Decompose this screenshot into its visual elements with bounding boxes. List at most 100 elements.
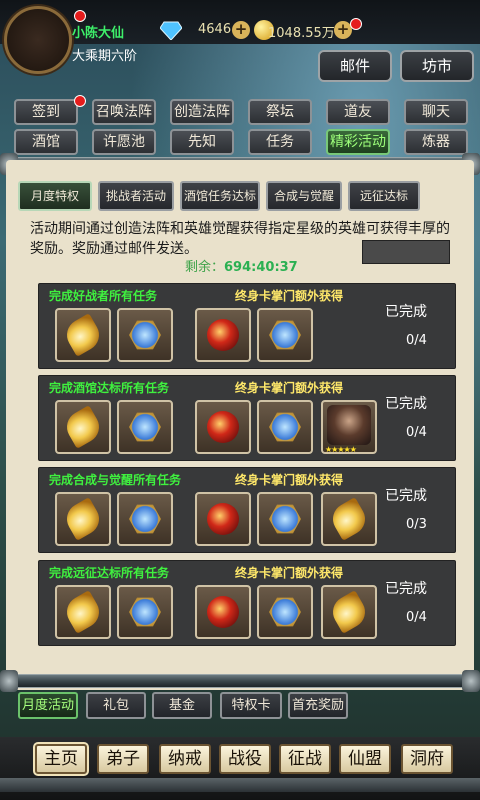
menu-button-4[interactable]: 道友	[326, 99, 390, 125]
reward-item-slot[interactable]	[195, 308, 251, 362]
add-gems-plus-icon[interactable]: +	[232, 21, 250, 39]
reward-item-slot[interactable]	[195, 585, 251, 639]
reward-item-slot[interactable]	[117, 492, 173, 546]
menu-button-11[interactable]: 炼器	[404, 129, 468, 155]
menu-button-7[interactable]: 许愿池	[92, 129, 156, 155]
task-progress: 0/4	[406, 610, 427, 625]
reward-item-slot[interactable]	[257, 308, 313, 362]
task-bonus-note: 终身卡掌门额外获得	[235, 381, 344, 395]
reward-item-slot[interactable]: ★★★★★	[321, 400, 377, 454]
gold-count: 1048.55万	[268, 26, 335, 41]
activity-tab-1[interactable]: 挑战者活动	[98, 181, 174, 211]
gem-icon	[269, 320, 301, 350]
diamond-icon	[160, 21, 182, 40]
nav-button-4[interactable]: 征战	[279, 744, 331, 774]
orb-icon	[207, 503, 239, 535]
sub-tab-1[interactable]: 礼包	[86, 692, 146, 719]
gem-icon	[269, 412, 301, 442]
menu-button-8[interactable]: 先知	[170, 129, 234, 155]
nav-button-0[interactable]: 主页	[33, 742, 89, 776]
gem-icon	[129, 504, 161, 534]
menu-button-10[interactable]: 精彩活动	[326, 129, 390, 155]
task-progress: 0/3	[406, 517, 427, 532]
nav-button-6[interactable]: 洞府	[401, 744, 453, 774]
menu-button-9[interactable]: 任务	[248, 129, 312, 155]
menu-button-1[interactable]: 召唤法阵	[92, 99, 156, 125]
reward-item-slot[interactable]	[117, 400, 173, 454]
reward-item-slot[interactable]	[55, 308, 111, 362]
reward-item-slot[interactable]	[55, 492, 111, 546]
feather-icon	[327, 590, 371, 634]
reward-item-slot[interactable]	[195, 492, 251, 546]
reward-item-slot[interactable]	[117, 585, 173, 639]
task-title: 完成酒馆达标所有任务	[49, 381, 170, 395]
nav-button-5[interactable]: 仙盟	[339, 744, 391, 774]
remaining-label: 剩余：	[185, 260, 225, 275]
menu-button-6[interactable]: 酒馆	[14, 129, 78, 155]
activity-tab-4[interactable]: 远征达标	[348, 181, 420, 211]
menu-button-5[interactable]: 聊天	[404, 99, 468, 125]
task-card: 完成合成与觉醒所有任务 终身卡掌门额外获得 已完成 0/3	[38, 467, 456, 553]
player-name: 小陈大仙	[72, 26, 125, 41]
remaining-time: 剩余：694:40:37	[185, 256, 298, 275]
reward-item-slot[interactable]	[117, 308, 173, 362]
player-avatar[interactable]	[4, 6, 72, 74]
reward-item-slot[interactable]	[257, 585, 313, 639]
mail-button[interactable]: 邮件	[318, 50, 392, 82]
notification-dot-icon	[74, 10, 86, 22]
feather-icon	[61, 497, 105, 541]
market-button[interactable]: 坊市	[400, 50, 474, 82]
task-card: 完成酒馆达标所有任务 终身卡掌门额外获得 已完成 0/4 ★★★★★	[38, 375, 456, 461]
gem-icon	[129, 320, 161, 350]
sub-tab-0[interactable]: 月度活动	[18, 692, 78, 719]
blank-button-slot[interactable]	[362, 240, 450, 264]
reward-item-slot[interactable]	[195, 400, 251, 454]
feather-icon	[61, 405, 105, 449]
nav-button-3[interactable]: 战役	[219, 744, 271, 774]
gem-icon	[269, 504, 301, 534]
menu-button-0[interactable]: 签到	[14, 99, 78, 125]
menu-button-2[interactable]: 创造法阵	[170, 99, 234, 125]
remaining-value: 694:40:37	[224, 260, 298, 275]
nav-button-2[interactable]: 纳戒	[159, 744, 211, 774]
task-bonus-note: 终身卡掌门额外获得	[235, 289, 344, 303]
task-card: 完成好战者所有任务 终身卡掌门额外获得 已完成 0/4	[38, 283, 456, 369]
scroll-cap	[0, 670, 18, 692]
task-card: 完成远征达标所有任务 终身卡掌门额外获得已完成 0/4	[38, 560, 456, 646]
notification-dot-icon	[74, 95, 86, 107]
reward-item-slot[interactable]	[55, 585, 111, 639]
gem-icon	[129, 597, 161, 627]
notification-dot-icon	[350, 18, 362, 30]
reward-item-slot[interactable]	[321, 492, 377, 546]
nav-button-1[interactable]: 弟子	[97, 744, 149, 774]
gem-icon	[269, 597, 301, 627]
player-rank: 大乘期六阶	[72, 49, 138, 64]
task-status: 已完成	[385, 488, 427, 504]
gem-count: 4646	[198, 22, 232, 37]
sub-tab-4[interactable]: 首充奖励	[288, 692, 348, 719]
task-title: 完成远征达标所有任务	[49, 566, 170, 580]
task-bonus-note: 终身卡掌门额外获得	[235, 566, 344, 580]
orb-icon	[207, 596, 239, 628]
star-rating-icon: ★★★★★	[325, 445, 357, 454]
activity-tab-2[interactable]: 酒馆任务达标	[180, 181, 260, 211]
reward-item-slot[interactable]	[257, 492, 313, 546]
sub-tab-2[interactable]: 基金	[152, 692, 212, 719]
activity-tab-3[interactable]: 合成与觉醒	[266, 181, 342, 211]
reward-item-slot[interactable]	[55, 400, 111, 454]
bottom-nav-rail	[0, 778, 480, 792]
sub-tab-3[interactable]: 特权卡	[220, 692, 282, 719]
hero-icon	[327, 405, 371, 445]
task-status: 已完成	[385, 396, 427, 412]
menu-button-3[interactable]: 祭坛	[248, 99, 312, 125]
gem-icon	[129, 412, 161, 442]
task-title: 完成合成与觉醒所有任务	[49, 473, 182, 487]
feather-icon	[327, 497, 371, 541]
reward-item-slot[interactable]	[257, 400, 313, 454]
scroll-bottom-rod	[0, 674, 480, 688]
activity-tab-0[interactable]: 月度特权	[18, 181, 92, 211]
orb-icon	[207, 411, 239, 443]
orb-icon	[207, 319, 239, 351]
reward-item-slot[interactable]	[321, 585, 377, 639]
task-status: 已完成	[385, 581, 427, 597]
